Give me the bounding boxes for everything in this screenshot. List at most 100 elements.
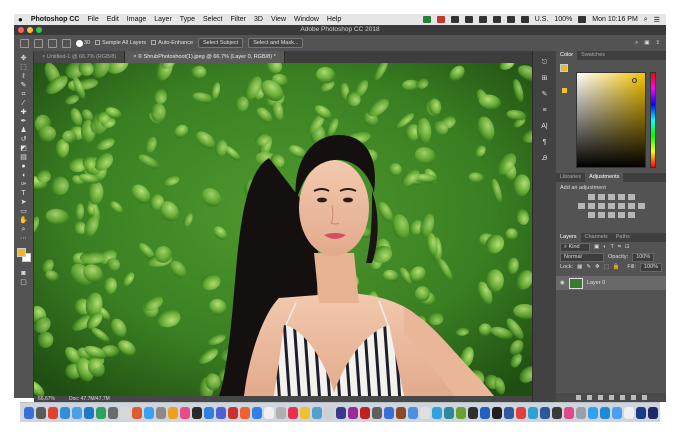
minimize-window-button[interactable] [27, 27, 33, 33]
vibrance-icon[interactable] [577, 203, 585, 209]
lock-position-icon[interactable]: ✥ [595, 262, 600, 272]
tab-swatches[interactable]: Swatches [577, 51, 609, 60]
dock-app-icon[interactable] [48, 406, 58, 419]
dock-app-icon[interactable] [204, 406, 214, 419]
filter-smart-object-icon[interactable]: ⊡ [625, 242, 630, 252]
invert-icon[interactable] [587, 212, 595, 218]
doc-tab-shrub-photoshoot[interactable]: × © ShrubPhotoshoot(1).jpeg @ 66.7% (Lay… [125, 51, 285, 63]
dock-app-icon[interactable] [648, 406, 658, 419]
screen-mode-icon[interactable]: ▢ [19, 279, 28, 286]
zoom-window-button[interactable] [36, 27, 42, 33]
share-icon[interactable]: ⇪ [655, 40, 660, 47]
trash-icon[interactable] [641, 395, 647, 400]
dock-app-icon[interactable] [312, 406, 322, 419]
dock-app-icon[interactable] [492, 406, 502, 419]
tray-app-icon[interactable] [436, 16, 445, 23]
channel-mixer-icon[interactable] [627, 203, 635, 209]
dock-app-icon[interactable] [156, 406, 166, 419]
filter-pixel-icon[interactable]: ▣ [594, 242, 599, 252]
workspace-icon[interactable]: ▣ [644, 40, 649, 47]
dock-app-icon[interactable] [588, 406, 598, 419]
dock-app-icon[interactable] [336, 406, 346, 419]
dodge-tool-icon[interactable]: ◖ [19, 172, 28, 179]
dock-app-icon[interactable] [552, 406, 562, 419]
dock-app-icon[interactable] [324, 406, 334, 419]
brush-size-picker[interactable]: 30 [76, 39, 90, 47]
dock-app-icon[interactable] [504, 406, 514, 419]
dock-app-icon[interactable] [216, 406, 226, 419]
dock-app-icon[interactable] [36, 406, 46, 419]
tab-color[interactable]: Color [556, 51, 578, 60]
dock-app-icon[interactable] [624, 406, 634, 419]
tab-libraries[interactable]: Libraries [556, 173, 585, 182]
clone-stamp-tool-icon[interactable]: ♟ [19, 127, 28, 134]
dock-app-icon[interactable] [468, 406, 478, 419]
hand-tool-icon[interactable]: ✋ [19, 217, 28, 224]
tray-app-icon[interactable] [464, 16, 473, 23]
dock-app-icon[interactable] [84, 406, 94, 419]
dock-app-icon[interactable] [408, 406, 418, 419]
sample-all-layers-checkbox[interactable]: Sample All Layers [95, 40, 146, 46]
levels-icon[interactable] [597, 194, 605, 200]
exposure-icon[interactable] [617, 194, 625, 200]
dock-app-icon[interactable] [456, 406, 466, 419]
dock-app-icon[interactable] [264, 406, 274, 419]
auto-enhance-checkbox[interactable]: Auto-Enhance [151, 40, 193, 46]
dock-app-icon[interactable] [540, 406, 550, 419]
battery-percent[interactable]: 100% [554, 16, 572, 23]
history-brush-tool-icon[interactable]: ↺ [19, 136, 28, 143]
eraser-tool-icon[interactable]: ◩ [19, 145, 28, 152]
hue-slider[interactable] [650, 72, 656, 168]
input-locale[interactable]: U.S. [535, 16, 549, 23]
fill-field[interactable]: 100% [639, 262, 662, 272]
opacity-field[interactable]: 100% [632, 252, 655, 262]
apple-icon[interactable]: ● [18, 15, 23, 24]
dock-app-icon[interactable] [480, 406, 490, 419]
dock-app-icon[interactable] [108, 406, 118, 419]
color-picker-ring[interactable] [632, 78, 637, 83]
doc-tab-untitled[interactable]: × Untitled-1 @ 66.7% (RGB/8) [34, 51, 126, 63]
tool-preset-icon[interactable] [20, 38, 29, 48]
tab-paths[interactable]: Paths [612, 233, 634, 242]
adjustment-layer-icon[interactable] [608, 395, 614, 400]
color-balance-icon[interactable] [597, 203, 605, 209]
brush-settings-icon[interactable]: ≡ [540, 107, 550, 115]
menu-list-icon[interactable]: ☰ [654, 16, 660, 24]
dock-app-icon[interactable] [276, 406, 286, 419]
photo-filter-icon[interactable] [617, 203, 625, 209]
dock-app-icon[interactable] [372, 406, 382, 419]
dock-app-icon[interactable] [144, 406, 154, 419]
dock-app-icon[interactable] [600, 406, 610, 419]
menu-image[interactable]: Image [127, 16, 146, 23]
rectangle-tool-icon[interactable]: ▭ [19, 208, 28, 215]
brush-tool-icon[interactable]: ✒ [19, 118, 28, 125]
lock-transparency-icon[interactable]: ▦ [577, 262, 582, 272]
black-white-icon[interactable] [607, 203, 615, 209]
dock-app-icon[interactable] [240, 406, 250, 419]
document-canvas[interactable] [34, 63, 532, 396]
subtract-selection-icon[interactable] [62, 38, 71, 48]
dock-app-icon[interactable] [168, 406, 178, 419]
dock-app-icon[interactable] [192, 406, 202, 419]
dock-app-icon[interactable] [360, 406, 370, 419]
quick-mask-icon[interactable]: ◙ [19, 270, 28, 277]
select-subject-button[interactable]: Select Subject [198, 38, 244, 48]
new-layer-icon[interactable] [630, 395, 636, 400]
more-tools-icon[interactable]: ⋯ [19, 235, 28, 242]
posterize-icon[interactable] [597, 212, 605, 218]
tab-layers[interactable]: Layers [556, 233, 581, 242]
filter-type-icon[interactable]: T [611, 242, 614, 252]
pen-tool-icon[interactable]: ✑ [19, 181, 28, 188]
gradient-map-icon[interactable] [617, 212, 625, 218]
photo-image[interactable] [34, 63, 532, 396]
volume-icon[interactable] [492, 16, 501, 23]
search-icon[interactable]: ⌕ [644, 16, 648, 24]
dock-app-icon[interactable] [420, 406, 430, 419]
menu-app-name[interactable]: Photoshop CC [31, 16, 80, 23]
selective-color-icon[interactable] [627, 212, 635, 218]
menu-layer[interactable]: Layer [154, 16, 172, 23]
new-group-icon[interactable] [619, 395, 625, 400]
link-layers-icon[interactable] [575, 395, 581, 400]
marquee-tool-icon[interactable]: ⬚ [19, 64, 28, 71]
add-to-selection-icon[interactable] [48, 38, 57, 48]
